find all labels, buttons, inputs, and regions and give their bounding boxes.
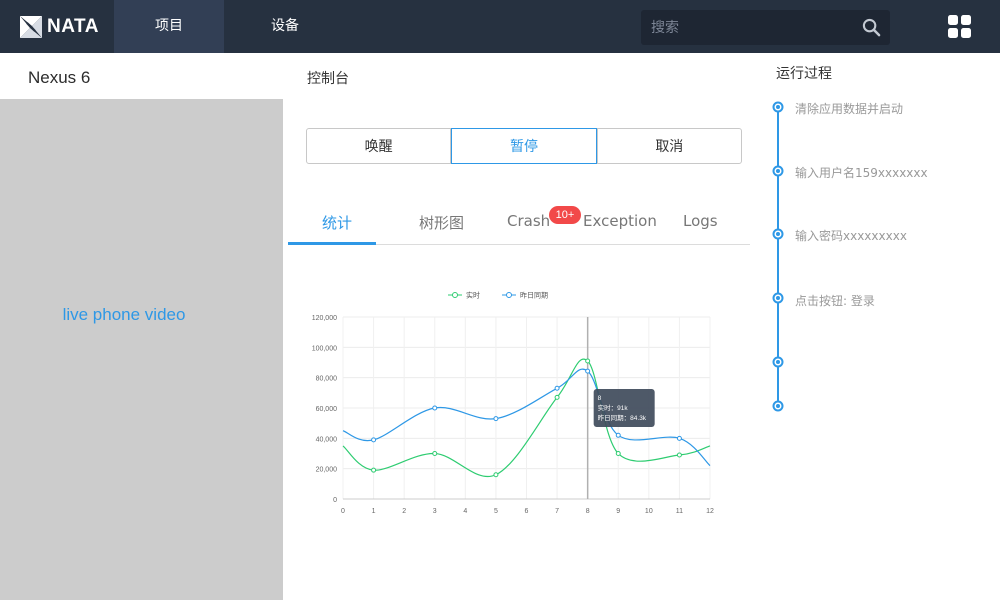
tab-exception[interactable]: Exception bbox=[583, 212, 657, 230]
grid-apps-icon[interactable] bbox=[948, 15, 971, 38]
data-point bbox=[554, 385, 560, 391]
search-box bbox=[641, 10, 890, 45]
timeline-node bbox=[772, 292, 784, 304]
device-header: Nexus 6 bbox=[0, 53, 283, 99]
video-placeholder-label: live phone video bbox=[62, 305, 186, 324]
y-tick-label: 80,000 bbox=[316, 376, 338, 383]
x-tick-label: 2 bbox=[402, 508, 406, 515]
x-tick-label: 12 bbox=[706, 508, 714, 515]
data-point bbox=[676, 435, 682, 441]
pause-button[interactable]: 暂停 bbox=[451, 128, 597, 164]
x-tick-label: 5 bbox=[494, 508, 498, 515]
cancel-button[interactable]: 取消 bbox=[596, 128, 742, 164]
y-tick-label: 0 bbox=[333, 497, 337, 504]
device-name: Nexus 6 bbox=[28, 68, 91, 87]
x-tick-label: 6 bbox=[525, 508, 529, 515]
timeline-step-label: 输入密码xxxxxxxxx bbox=[795, 229, 907, 243]
data-point bbox=[371, 437, 377, 443]
x-tick-label: 1 bbox=[372, 508, 376, 515]
timeline-step-label: 清除应用数据并启动 bbox=[795, 102, 904, 116]
data-point bbox=[676, 452, 682, 458]
x-tick-label: 8 bbox=[586, 508, 590, 515]
x-tick-label: 3 bbox=[433, 508, 437, 515]
tooltip-line: 昨日同期：84.3k bbox=[598, 413, 647, 422]
data-point bbox=[585, 358, 591, 364]
console-tabs: 统计 树形图 Crash 10+ Exception Logs bbox=[288, 200, 750, 245]
console-title: 控制台 bbox=[307, 71, 349, 87]
active-tab-indicator bbox=[288, 242, 376, 245]
search-icon[interactable] bbox=[862, 18, 881, 37]
logo-text: NATA bbox=[47, 16, 99, 37]
x-tick-label: 10 bbox=[645, 508, 653, 515]
data-point bbox=[493, 472, 499, 478]
x-tick-label: 0 bbox=[341, 508, 345, 515]
y-tick-label: 40,000 bbox=[316, 436, 338, 443]
legend-label: 昨日同期 bbox=[520, 291, 548, 300]
timeline-track bbox=[772, 101, 784, 412]
timeline-node bbox=[772, 101, 784, 113]
search-input[interactable] bbox=[641, 10, 851, 45]
timeline-node bbox=[772, 400, 784, 412]
wake-button[interactable]: 唤醒 bbox=[306, 128, 452, 164]
logo[interactable]: NATA bbox=[18, 14, 99, 40]
phone-video-area[interactable]: live phone video bbox=[0, 99, 283, 600]
timeline-title: 运行过程 bbox=[776, 66, 832, 82]
control-button-group: 唤醒 暂停 取消 bbox=[306, 128, 742, 164]
tab-logs[interactable]: Logs bbox=[683, 212, 718, 230]
timeline-step-label: 输入用户名159xxxxxxx bbox=[795, 166, 928, 180]
y-tick-label: 120,000 bbox=[312, 315, 337, 322]
y-tick-label: 100,000 bbox=[312, 345, 337, 352]
nav-item-devices[interactable]: 设备 bbox=[230, 0, 340, 53]
data-point bbox=[371, 467, 377, 473]
x-tick-label: 9 bbox=[616, 508, 620, 515]
y-tick-label: 20,000 bbox=[316, 467, 338, 474]
tab-statistics[interactable]: 统计 bbox=[322, 212, 352, 233]
tooltip-title: 8 bbox=[598, 395, 602, 402]
nav-item-projects[interactable]: 项目 bbox=[114, 0, 224, 53]
data-point bbox=[432, 405, 438, 411]
timeline-node bbox=[772, 356, 784, 368]
statistics-line-chart: 0 20,000 40,000 60,000 80,000 100,000 120,000 0… bbox=[312, 291, 714, 516]
timeline-step-label: 点击按钮: 登录 bbox=[795, 294, 875, 308]
x-tick-label: 4 bbox=[463, 508, 467, 515]
x-tick-label: 7 bbox=[555, 508, 559, 515]
tooltip-line: 实时：91k bbox=[598, 403, 629, 412]
data-point bbox=[493, 416, 499, 422]
data-point bbox=[432, 451, 438, 456]
top-navbar: NATA 项目 设备 bbox=[0, 0, 1000, 53]
legend-label: 实时 bbox=[466, 291, 480, 300]
data-point bbox=[585, 368, 591, 374]
data-point bbox=[554, 394, 560, 400]
y-tick-label: 60,000 bbox=[316, 406, 338, 413]
tab-crash[interactable]: Crash bbox=[507, 212, 550, 230]
crash-count-badge: 10+ bbox=[549, 206, 581, 224]
legend-swatch-marker bbox=[506, 292, 512, 298]
timeline-node bbox=[772, 228, 784, 240]
x-tick-label: 11 bbox=[676, 508, 683, 515]
data-point bbox=[615, 451, 621, 456]
nata-logo-icon bbox=[20, 16, 42, 38]
legend-swatch-marker bbox=[452, 292, 458, 298]
tab-tree[interactable]: 树形图 bbox=[419, 212, 464, 233]
timeline-node bbox=[772, 165, 784, 177]
data-point bbox=[615, 432, 621, 438]
